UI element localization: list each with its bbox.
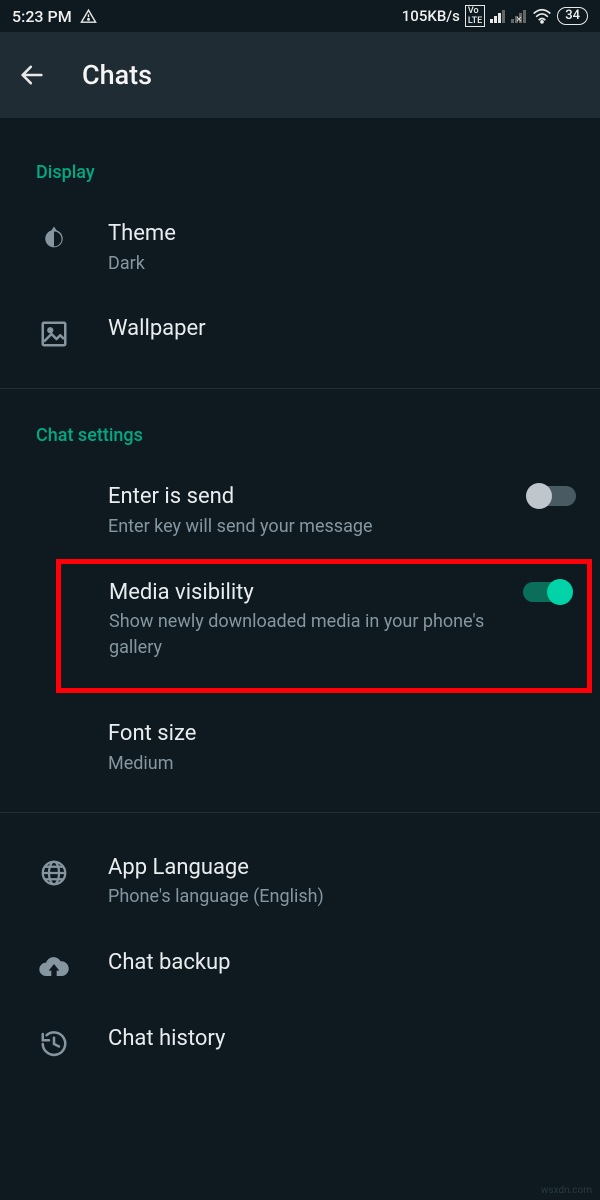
font-size-value: Medium <box>108 751 564 776</box>
watermark: wsxdn.com <box>541 1185 592 1196</box>
backup-title: Chat backup <box>108 948 564 978</box>
row-wallpaper[interactable]: Wallpaper <box>0 298 600 374</box>
wifi-icon <box>532 8 552 24</box>
theme-value: Dark <box>108 251 564 276</box>
section-header-display: Display <box>0 150 600 203</box>
divider <box>0 388 600 389</box>
media-vis-title: Media visibility <box>109 578 519 608</box>
status-time: 5:23 PM <box>12 7 72 26</box>
warning-triangle-icon <box>80 8 97 25</box>
status-bar: 5:23 PM 105KB/s VoLTE ✕ 34 <box>0 0 600 32</box>
row-theme[interactable]: Theme Dark <box>0 203 600 298</box>
history-icon <box>36 1026 72 1062</box>
enter-send-toggle[interactable] <box>528 486 576 506</box>
row-enter-is-send[interactable]: Enter is send Enter key will send your m… <box>0 466 600 561</box>
battery-icon: 34 <box>557 7 588 25</box>
section-header-chat-settings: Chat settings <box>0 413 600 466</box>
signal-icon <box>490 9 506 23</box>
theme-title: Theme <box>108 219 564 249</box>
font-size-title: Font size <box>108 719 564 749</box>
row-media-visibility[interactable]: Media visibility Show newly downloaded m… <box>56 559 592 693</box>
app-lang-value: Phone's language (English) <box>108 884 564 909</box>
media-vis-toggle[interactable] <box>523 582 571 602</box>
row-chat-backup[interactable]: Chat backup <box>0 932 600 1008</box>
row-font-size[interactable]: Font size Medium <box>0 703 600 798</box>
row-chat-history[interactable]: Chat history <box>0 1008 600 1084</box>
wallpaper-icon <box>36 316 72 352</box>
back-icon[interactable] <box>18 61 46 89</box>
svg-text:✕: ✕ <box>516 15 523 23</box>
media-vis-sub: Show newly downloaded media in your phon… <box>109 609 519 659</box>
app-bar: Chats <box>0 32 600 118</box>
globe-icon <box>36 855 72 891</box>
signal-2-icon: ✕ <box>511 9 527 23</box>
app-lang-title: App Language <box>108 853 564 883</box>
enter-send-title: Enter is send <box>108 482 480 512</box>
net-speed: 105KB/s <box>402 7 460 25</box>
enter-send-sub: Enter key will send your message <box>108 514 480 539</box>
wallpaper-title: Wallpaper <box>108 314 564 344</box>
settings-content: Display Theme Dark Wallpaper Chat settin… <box>0 118 600 1084</box>
divider <box>0 812 600 813</box>
cloud-upload-icon <box>36 950 72 986</box>
history-title: Chat history <box>108 1024 564 1054</box>
row-app-language[interactable]: App Language Phone's language (English) <box>0 837 600 932</box>
volte-icon: VoLTE <box>465 5 485 27</box>
theme-icon <box>36 221 72 257</box>
page-title: Chats <box>82 59 152 91</box>
